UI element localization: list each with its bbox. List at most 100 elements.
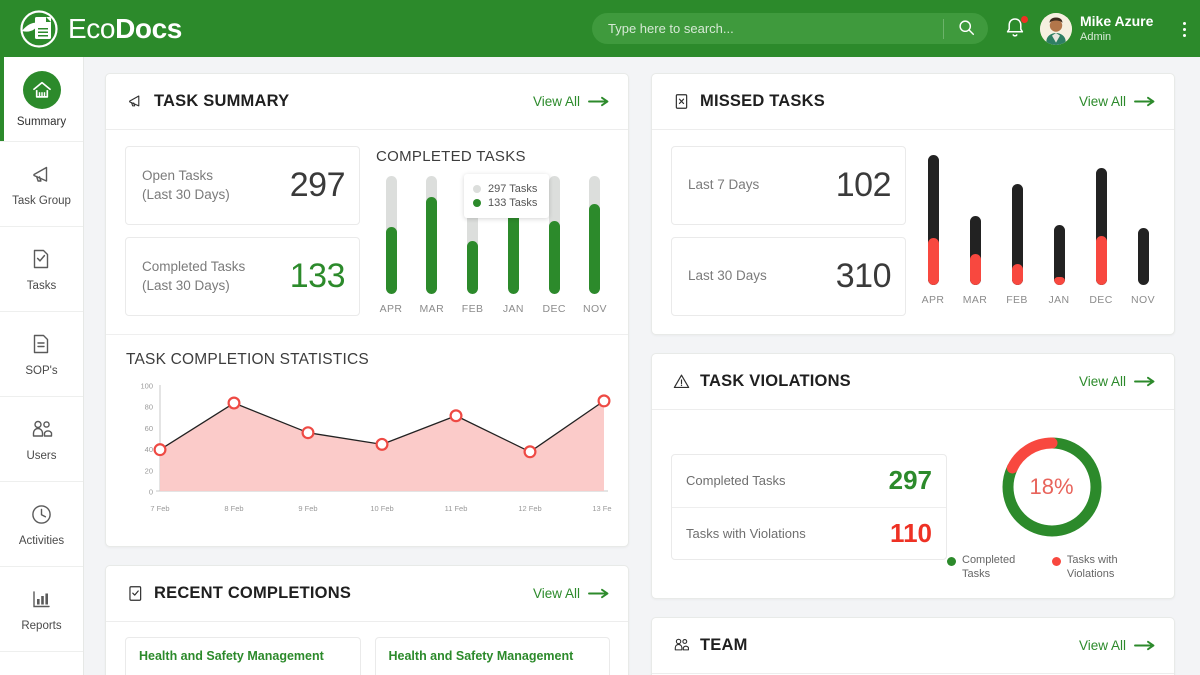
- open-tasks-value: 297: [289, 166, 346, 204]
- bar-track: [589, 176, 601, 294]
- bar-total: [969, 216, 981, 285]
- main-content: TASK SUMMARY View All Open Tasks (Last 3…: [84, 57, 1200, 675]
- table-row: Completed Tasks 297: [672, 455, 946, 507]
- svg-text:40: 40: [145, 445, 153, 454]
- bar-missed: [927, 238, 939, 285]
- violations-row-value: 110: [890, 517, 932, 548]
- bar-label: DEC: [542, 303, 566, 315]
- task-statistics-title: TASK COMPLETION STATISTICS: [126, 351, 369, 368]
- checklist-icon: [126, 584, 145, 603]
- user-info[interactable]: Mike Azure Admin: [1080, 13, 1153, 44]
- legend-item: Completed Tasks: [947, 554, 1036, 582]
- missed-tasks-header: MISSED TASKS View All: [652, 74, 1174, 130]
- recent-completions-header: RECENT COMPLETIONS View All: [106, 566, 628, 622]
- svg-text:80: 80: [145, 403, 153, 412]
- search-input[interactable]: [592, 21, 943, 36]
- recent-completions-title: RECENT COMPLETIONS: [154, 584, 352, 602]
- user-name: Mike Azure: [1080, 13, 1154, 29]
- sidebar-item-task-group[interactable]: Task Group: [0, 142, 83, 227]
- warning-triangle-icon: [672, 372, 691, 391]
- open-tasks-label-line1: Open Tasks: [142, 168, 214, 184]
- sidebar-item-label: Summary: [16, 115, 67, 128]
- search-bar[interactable]: [592, 13, 988, 44]
- legend-dot-total: [473, 185, 481, 193]
- tooltip-row: 133 Tasks: [473, 197, 537, 209]
- bell-icon: [1004, 18, 1026, 44]
- tooltip-total-label: 297 Tasks: [488, 183, 538, 195]
- task-violations-donut: 18% Completed Tasks Tasks with Violation…: [947, 432, 1156, 582]
- document-icon: [29, 332, 55, 358]
- home-icon: [22, 70, 61, 109]
- last-7-days-stat: Last 7 Days 102: [671, 146, 906, 225]
- violations-row-value: 297: [888, 465, 932, 496]
- recent-completion-title: Health and Safety Management: [139, 649, 324, 663]
- sidebar-item-label: Tasks: [26, 279, 57, 292]
- left-column: TASK SUMMARY View All Open Tasks (Last 3…: [105, 73, 629, 675]
- view-all-label: View All: [1078, 374, 1126, 389]
- bar-total: [1137, 228, 1149, 285]
- brand-logo[interactable]: EcoDocs: [18, 8, 182, 50]
- sidebar-item-reports[interactable]: Reports: [0, 567, 83, 652]
- donut-chart: 18%: [997, 432, 1107, 542]
- view-all-label: View All: [532, 94, 580, 109]
- svg-text:20: 20: [145, 466, 153, 475]
- bar-track: [385, 176, 397, 294]
- completed-tasks-value: 133: [289, 257, 346, 295]
- sidebar-item-activities[interactable]: Activities: [0, 482, 83, 567]
- recent-completions-view-all[interactable]: View All: [533, 586, 610, 601]
- task-violations-table: Completed Tasks 297 Tasks with Violation…: [671, 453, 947, 560]
- completed-tasks-tooltip: 297 Tasks 133 Tasks: [464, 174, 550, 218]
- bar-group: MAR: [960, 216, 990, 306]
- sidebar-item-label: SOP's: [25, 364, 58, 377]
- sidebar-item-label: Users: [26, 449, 57, 462]
- bar-group: APR: [376, 176, 406, 315]
- bar-missed: [969, 253, 981, 285]
- recent-completions-card: RECENT COMPLETIONS View All Health and S…: [105, 565, 629, 675]
- bar-label: NOV: [583, 303, 607, 315]
- list-item[interactable]: Health and Safety Management: [125, 637, 361, 675]
- arrow-right-icon: [588, 588, 610, 599]
- bar-label: DEC: [1089, 294, 1113, 306]
- bar-track: [548, 176, 560, 294]
- last-30-days-label: Last 30 Days: [688, 268, 767, 284]
- bar-group: APR: [918, 155, 948, 306]
- sidebar-item-users[interactable]: Users: [0, 397, 83, 482]
- team-icon: [672, 636, 691, 655]
- task-summary-view-all[interactable]: View All: [533, 94, 610, 109]
- sidebar-item-label: Task Group: [12, 194, 71, 207]
- notifications-button[interactable]: [1004, 15, 1029, 44]
- page-title: TASK SUMMARY: [154, 92, 290, 110]
- completed-tasks-label-line2: (Last 30 Days): [142, 277, 230, 293]
- arrow-right-icon: [1134, 96, 1156, 107]
- search-button[interactable]: [944, 13, 988, 44]
- avatar[interactable]: [1040, 13, 1072, 45]
- last-30-days-stat: Last 30 Days 310: [671, 237, 906, 316]
- task-violations-body: Completed Tasks 297 Tasks with Violation…: [652, 410, 1174, 598]
- open-tasks-label: Open Tasks (Last 30 Days): [142, 167, 230, 203]
- missed-tasks-view-all[interactable]: View All: [1079, 94, 1156, 109]
- donut-center-label: 18%: [1029, 474, 1074, 499]
- user-role: Admin: [1080, 30, 1112, 43]
- tooltip-row: 297 Tasks: [473, 183, 537, 195]
- bar-fill: [548, 220, 560, 294]
- missed-task-icon: [672, 92, 691, 111]
- bar-total: [1053, 225, 1065, 285]
- sidebar-item-tasks[interactable]: Tasks: [0, 227, 83, 312]
- bar-label: NOV: [1131, 294, 1155, 306]
- list-item[interactable]: Health and Safety Management: [374, 637, 610, 675]
- legend-label: Completed Tasks: [962, 554, 1016, 580]
- team-view-all[interactable]: View All: [1079, 638, 1156, 653]
- bar-track: [426, 176, 438, 294]
- task-violations-view-all[interactable]: View All: [1079, 374, 1156, 389]
- bar-group: DEC: [1086, 168, 1116, 306]
- missed-tasks-body: Last 7 Days 102 Last 30 Days 310 APR MAR F…: [652, 130, 1174, 334]
- completed-tasks-label-line1: Completed Tasks: [142, 259, 246, 275]
- last-7-days-label: Last 7 Days: [688, 177, 760, 193]
- more-options-icon[interactable]: [1176, 16, 1192, 42]
- legend-label: Tasks with Violations: [1066, 554, 1118, 580]
- view-all-label: View All: [1078, 94, 1126, 109]
- sidebar-item-sops[interactable]: SOP's: [0, 312, 83, 397]
- sidebar-item-summary[interactable]: Summary: [0, 57, 83, 142]
- last-7-days-value: 102: [835, 166, 892, 204]
- last-30-days-value: 310: [835, 257, 892, 295]
